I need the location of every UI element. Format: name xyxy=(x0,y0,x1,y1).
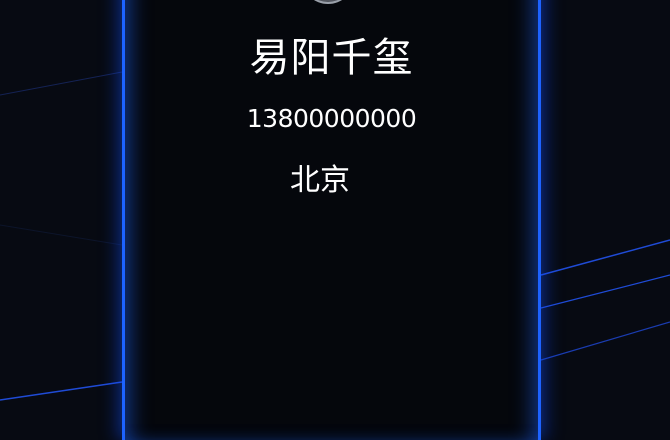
profile-city: 北京 xyxy=(290,163,350,198)
profile-name: 易阳千玺 xyxy=(249,35,414,81)
profile-phone: 13800000000 xyxy=(246,104,417,133)
